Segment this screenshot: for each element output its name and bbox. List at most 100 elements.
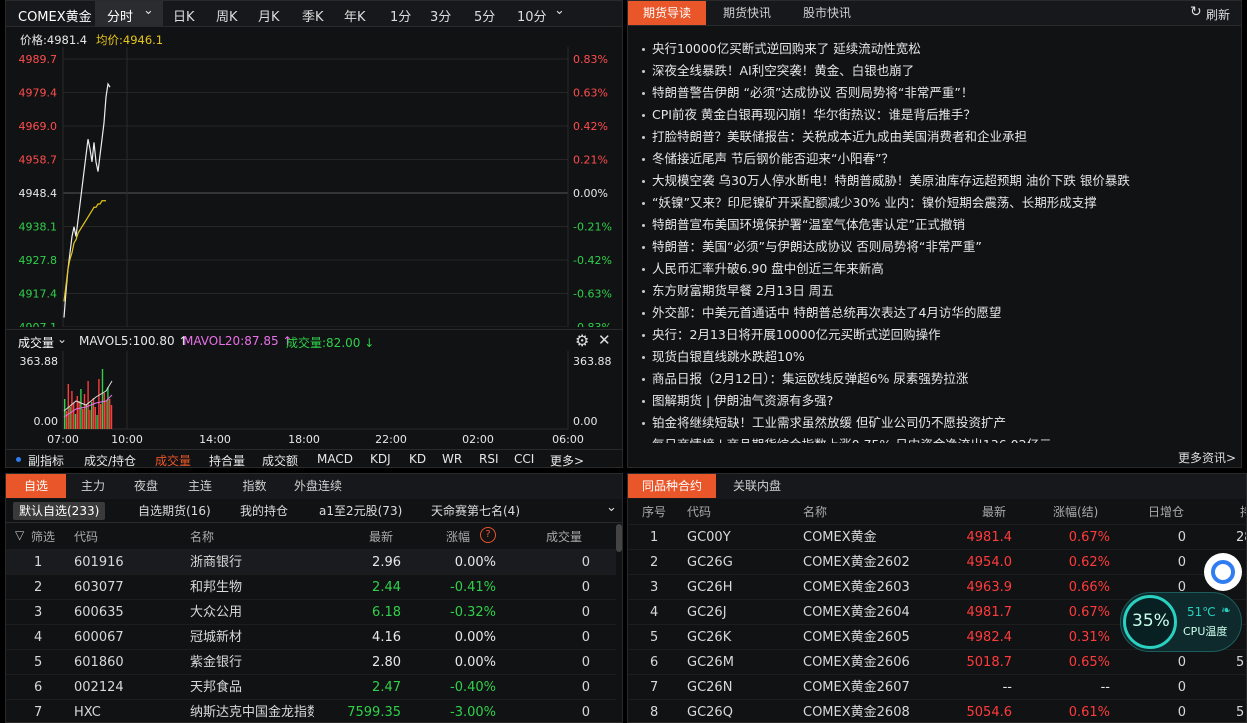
watch-tab-2[interactable]: 夜盘 [120,474,172,498]
news-item[interactable]: 每日商情榜 | 商品期货综合指数上涨0.75% 日内资金净流出136.02亿元 [640,434,1235,443]
news-item[interactable]: 铂金将继续短缺！工业需求虽然放缓 但矿业公司仍不愿投资扩产 [640,412,1235,434]
gear-icon[interactable]: ⚙ [575,331,589,350]
table-row[interactable]: 4 600067 冠城新材 4.16 0.00% 0 [6,624,616,649]
period-tab-7[interactable]: 3分 [430,6,451,25]
contracts-header-2[interactable]: 名称 [803,503,827,520]
watch-tab-5[interactable]: 外盘连续 [283,474,353,498]
period-tab-2[interactable]: 周K [216,6,238,25]
watch-tab-4[interactable]: 指数 [228,474,281,498]
news-item[interactable]: CPI前夜 黄金白银再现闪崩！华尔街热议：谁是背后推手？ [640,104,1235,126]
group-tab-0[interactable]: 默认自选(233) [13,502,106,520]
group-tab-4[interactable]: 天命赛第七名(4) [425,502,526,520]
news-item[interactable]: 图解期货 | 伊朗油气资源有多强? [640,390,1235,412]
chevron-down-icon[interactable]: ⌄ [57,332,67,346]
chevron-down-icon[interactable]: ⌄ [606,500,617,515]
group-tab-2[interactable]: 我的持仓 [234,502,294,520]
table-row[interactable]: 2 603077 和邦生物 2.44 -0.41% 0 [6,574,616,599]
indicator-tab-2[interactable]: 成交量 [155,452,191,467]
scrollbar[interactable] [616,524,622,552]
period-tab-9[interactable]: 10分 [517,6,547,25]
indicator-tab-7[interactable]: KD [409,452,426,466]
contracts-header-0[interactable]: 序号 [642,503,666,520]
watch-tab-1[interactable]: 主力 [68,474,118,498]
header-code[interactable]: 代码 [74,528,98,545]
news-item[interactable]: 大规模空袭 乌30万人停水断电！特朗普威胁！美原油库存远超预期 油价下跌 银价暴… [640,170,1235,192]
table-row[interactable]: 7 HXC 纳斯达克中国金龙指数 7599.35 -3.00% 0 [6,699,616,722]
indicator-tab-10[interactable]: CCI [514,452,534,466]
indicator-tab-1[interactable]: 成交/持仓 [84,452,136,467]
cpu-widget[interactable]: 35% 51℃ ❧ CPU温度 [1120,592,1242,652]
indicator-tab-5[interactable]: MACD [317,452,353,466]
contracts-header-1[interactable]: 代码 [687,503,711,520]
tab-same-variety[interactable]: 同品种合约 [628,474,716,498]
period-tab-5[interactable]: 年K [344,6,366,25]
news-item[interactable]: 特朗普：美国“必须”与伊朗达成协议 否则局势将“非常严重” [640,236,1235,258]
period-tab-3[interactable]: 月K [258,6,280,25]
indicator-tab-11[interactable]: 更多> [550,452,584,467]
more-news-link[interactable]: 更多资讯> [1178,449,1236,466]
refresh-button[interactable]: 刷新 [1206,6,1230,23]
news-item[interactable]: 特朗普宣布美国环境保护署“温室气体危害认定”正式撤销 [640,214,1235,236]
news-item[interactable]: 央行10000亿买断式逆回购来了 延续流动性宽松 [640,38,1235,60]
news-item[interactable]: 冬储接近尾声 节后钢价能否迎来“小阳春”？ [640,148,1235,170]
period-tab-6[interactable]: 1分 [390,6,411,25]
table-row[interactable]: 6 002124 天邦食品 2.47 -0.40% 0 [6,674,616,699]
news-item[interactable]: “妖镍”又来？印尼镍矿开采配额减少30% 业内：镍价短期会震荡、长期形成支撑 [640,192,1235,214]
news-item[interactable]: 特朗普警告伊朗 “必须”达成协议 否则局势将“非常严重”！ [640,82,1235,104]
period-tab-minute[interactable]: 分时 ⌄ [95,1,163,26]
contracts-header-3[interactable]: 最新 [982,503,1006,520]
news-item[interactable]: 商品日报（2月12日）：集运欧线反弹超6% 尿素强势拉涨 [640,368,1235,390]
watch-tab-3[interactable]: 主连 [174,474,226,498]
header-filter[interactable]: 筛选 [31,528,55,545]
news-item[interactable]: 东方财富期货早餐 2月13日 周五 [640,280,1235,302]
volume-chart[interactable]: 363.88 0.00 363.88 0.00 07:00 10:00 14:00 18:00… [6,351,623,449]
tab-futures-flash[interactable]: 期货快讯 [708,1,786,25]
volume-menu[interactable]: 成交量 [18,334,54,351]
help-icon[interactable]: ? [480,527,496,543]
price-chart[interactable]: 4989.7 0.83% 4979.4 0.63% 4969.0 0.42% 4958.7 0… [6,47,623,327]
news-item[interactable]: 深夜全线暴跌！AI利空突袭！黄金、白银也崩了 [640,60,1235,82]
header-last[interactable]: 最新 [369,528,393,545]
news-item[interactable]: 央行：2月13日将开展10000亿元买断式逆回购操作 [640,324,1235,346]
table-row[interactable]: 8 GC26Q COMEX黄金2608 5054.6 0.61% 0 5 [628,699,1246,722]
indicator-tab-0[interactable]: 副指标 [28,452,64,467]
news-item[interactable]: 外交部：中美元首通话中 特朗普总统再次表达了4月访华的愿望 [640,302,1235,324]
indicator-tab-4[interactable]: 成交额 [262,452,298,467]
table-row[interactable]: 3 600635 大众公用 6.18 -0.32% 0 [6,599,616,624]
news-item[interactable]: 人民币汇率升破6.90 盘中创近三年来新高 [640,258,1235,280]
filter-icon[interactable]: ▽ [15,528,24,542]
tab-futures-guide[interactable]: 期货导读 [628,1,706,25]
row-last: 4982.4 [966,630,1013,645]
group-tab-3[interactable]: a1至2元股(73) [313,502,408,520]
table-row[interactable]: 6 GC26M COMEX黄金2606 5018.7 0.65% 0 5 [628,649,1246,674]
tab-stock-flash[interactable]: 股市快讯 [788,1,866,25]
symbol-name[interactable]: COMEX黄金 [18,6,92,25]
table-row[interactable]: 2 GC26G COMEX黄金2602 4954.0 0.62% 0 [628,549,1246,574]
period-tab-4[interactable]: 季K [302,6,324,25]
header-volume[interactable]: 成交量 [546,528,582,545]
contracts-header-6[interactable]: 持 [1240,503,1246,520]
indicator-tab-9[interactable]: RSI [479,452,499,466]
tab-related-domestic[interactable]: 关联内盘 [718,474,796,498]
indicator-tab-6[interactable]: KDJ [370,452,391,466]
chevron-down-icon[interactable]: ⌄ [554,3,565,18]
watch-tab-0[interactable]: 自选 [6,474,66,498]
period-tab-8[interactable]: 5分 [474,6,495,25]
close-icon[interactable]: ✕ [598,331,611,349]
contracts-header-5[interactable]: 日增仓 [1148,503,1184,520]
assistant-bubble[interactable] [1204,553,1242,591]
news-item[interactable]: 打脸特朗普？美联储报告：关税成本近九成由美国消费者和企业承担 [640,126,1235,148]
indicator-tab-8[interactable]: WR [442,452,462,466]
table-row[interactable]: 7 GC26N COMEX黄金2607 -- -- 0 [628,674,1246,699]
table-row[interactable]: 5 601860 紫金银行 2.80 0.00% 0 [6,649,616,674]
table-row[interactable]: 1 GC00Y COMEX黄金 4981.4 0.67% 0 28 [628,524,1246,549]
period-tab-1[interactable]: 日K [173,6,195,25]
group-tab-1[interactable]: 自选期货(16) [132,502,217,520]
news-item[interactable]: 现货白银直线跳水跌超10% [640,346,1235,368]
header-change[interactable]: 涨幅 [446,528,470,545]
table-row[interactable]: 1 601916 浙商银行 2.96 0.00% 0 [6,549,616,574]
refresh-icon[interactable]: ↻ [1190,4,1202,20]
header-name[interactable]: 名称 [190,528,214,545]
indicator-tab-3[interactable]: 持合量 [209,452,245,467]
contracts-header-4[interactable]: 涨幅(结) [1053,503,1098,520]
